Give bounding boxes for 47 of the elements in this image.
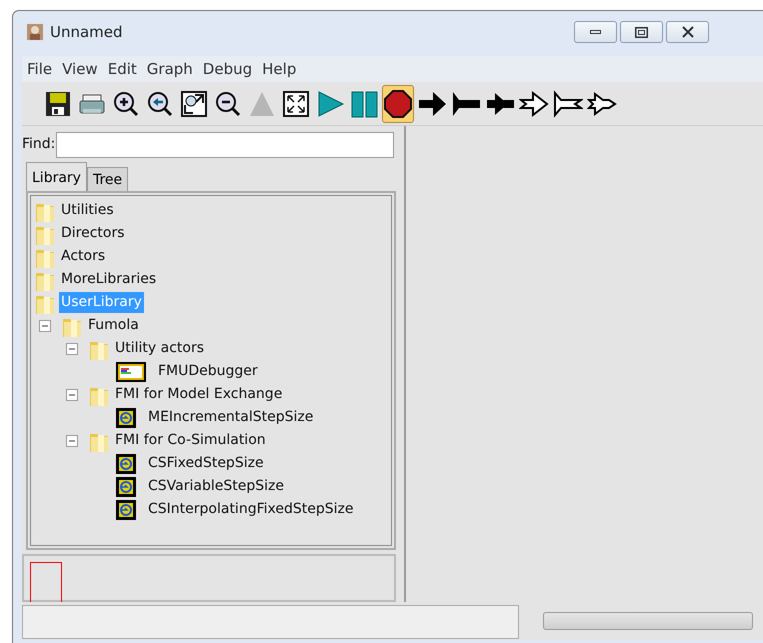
- menu-item[interactable]: Debug: [198, 58, 258, 80]
- tree-item[interactable]: Fumola: [86, 315, 141, 336]
- outline-arrow-icon: [519, 88, 549, 118]
- actor-icon: [115, 406, 137, 429]
- tree-item[interactable]: FMI for Model Exchange: [113, 384, 284, 406]
- tree-item[interactable]: FMI for Co-Simulation: [113, 430, 268, 452]
- tree-item[interactable]: Directors: [59, 223, 127, 244]
- zoom-fit-icon: [179, 88, 209, 118]
- actor-icon: [115, 452, 137, 475]
- tab[interactable]: Tree: [86, 167, 128, 192]
- menu-item[interactable]: Edit: [102, 58, 142, 80]
- app-icon: [26, 23, 44, 41]
- collapse-toggle[interactable]: [39, 320, 51, 332]
- close-icon: [682, 26, 694, 38]
- maximize-button[interactable]: [620, 21, 663, 43]
- tree-item[interactable]: CSFixedStepSize: [146, 453, 266, 474]
- tree-item[interactable]: CSInterpolatingFixedStepSize: [146, 499, 356, 520]
- find-label: Find:: [22, 135, 56, 154]
- pause-icon: [349, 88, 379, 118]
- tree-item[interactable]: CSVariableStepSize: [146, 476, 286, 498]
- fullscreen-icon: [281, 88, 311, 118]
- close-button[interactable]: [666, 21, 709, 43]
- actor-icon: [115, 476, 137, 498]
- tree-item[interactable]: MEIncrementalStepSize: [146, 407, 316, 428]
- collapse-toggle[interactable]: [66, 388, 78, 401]
- menu-item[interactable]: Help: [257, 58, 302, 80]
- tree-item[interactable]: FMUDebugger: [156, 361, 260, 382]
- tree-item[interactable]: Utilities: [59, 200, 116, 222]
- tree-item[interactable]: Actors: [59, 246, 108, 268]
- collapse-toggle[interactable]: [66, 434, 78, 447]
- maximize-icon: [635, 26, 648, 38]
- minimize-button[interactable]: [574, 21, 617, 43]
- actor-icon: [115, 498, 137, 521]
- outline-flag-icon: [553, 88, 583, 118]
- window-title: Unnamed: [50, 22, 123, 43]
- stop-icon: [383, 88, 413, 118]
- menu-item[interactable]: File: [22, 58, 58, 80]
- tree-item[interactable]: Utility actors: [113, 338, 206, 360]
- tab[interactable]: Library: [26, 162, 87, 192]
- menu-item[interactable]: Graph: [142, 58, 198, 80]
- find-field[interactable]: [56, 132, 394, 158]
- stop-button[interactable]: [382, 84, 414, 122]
- tree-item[interactable]: MoreLibraries: [59, 269, 158, 290]
- minimize-icon: [590, 30, 601, 34]
- menu-item[interactable]: View: [57, 58, 103, 80]
- collapse-toggle[interactable]: [66, 342, 78, 355]
- debugger-icon: [115, 360, 147, 384]
